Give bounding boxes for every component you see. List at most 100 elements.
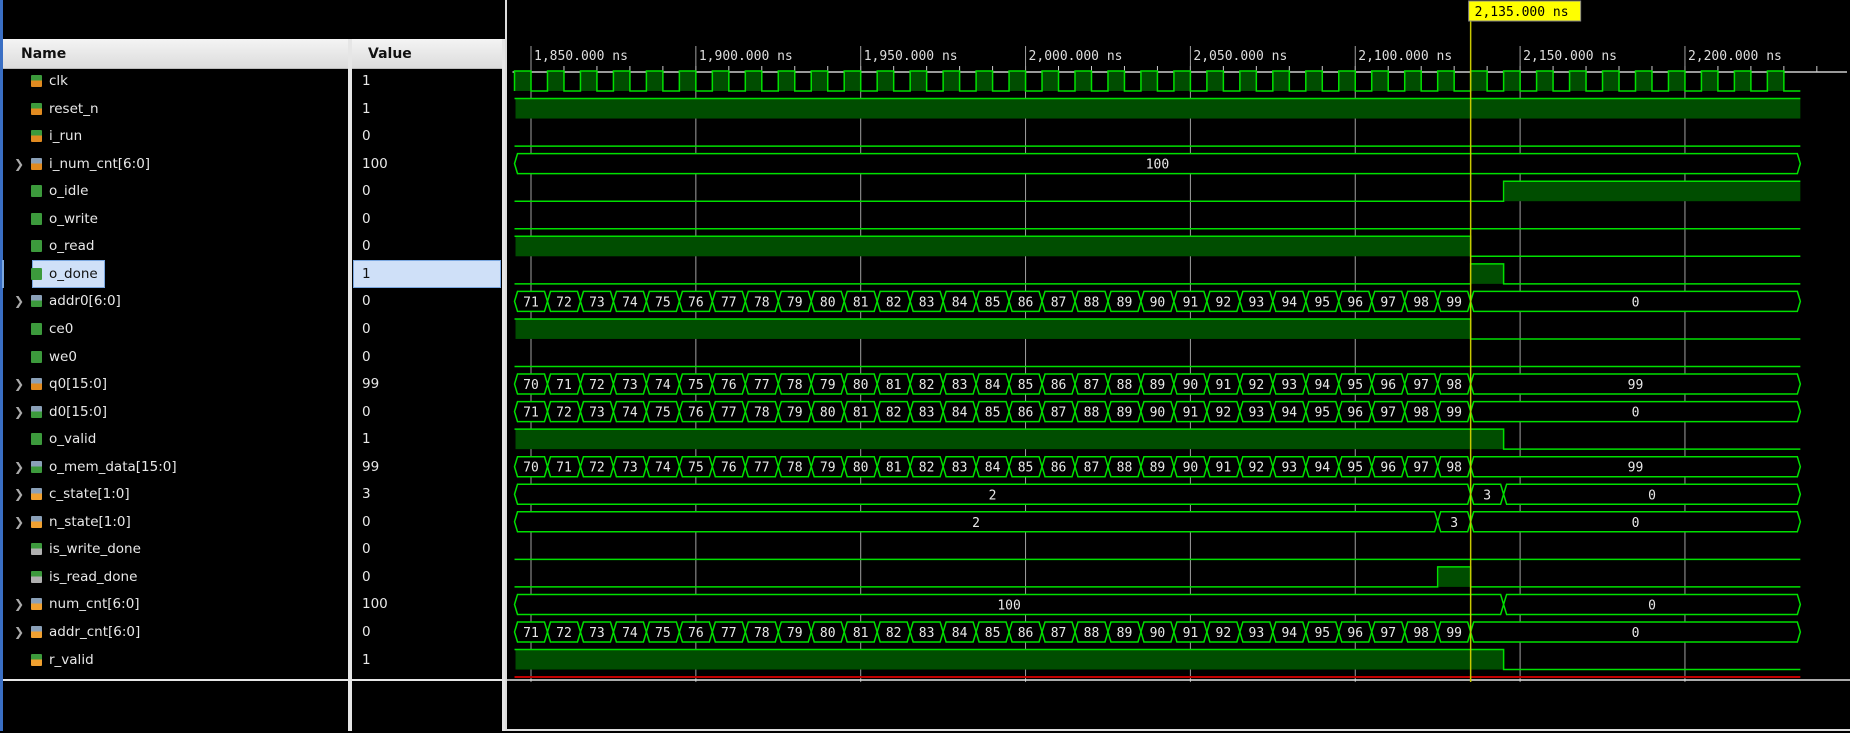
signal-name: i_num_cnt[6:0] — [49, 155, 151, 172]
signal-row[interactable]: ❯ num_cnt[6:0] — [3, 591, 348, 617]
clock-high-fill — [613, 71, 630, 91]
bus-value-label: 82 — [886, 295, 902, 310]
signal-row[interactable]: reset_n — [3, 96, 348, 122]
signal-name: clk — [49, 73, 68, 89]
bus-value-label: 84 — [952, 295, 968, 310]
bus-value-label: 76 — [688, 406, 704, 421]
waveform-pane[interactable]: 1,850.000 ns 1,900.000 ns 1,950.000 ns 2,00… — [505, 0, 1850, 731]
bus-value-label: 91 — [1216, 378, 1232, 393]
bus-value-label: 92 — [1249, 461, 1265, 476]
bus-value-label: 99 — [1628, 461, 1644, 476]
bus-value-label: 74 — [622, 406, 638, 421]
expand-chevron-icon[interactable]: ❯ — [14, 591, 24, 617]
signal-row[interactable]: clk — [3, 68, 348, 94]
signal-value[interactable]: 0 — [354, 536, 500, 562]
signal-value[interactable]: 1 — [354, 426, 500, 452]
signal-row[interactable]: ❯ d0[15:0] — [3, 399, 348, 425]
expand-chevron-icon[interactable]: ❯ — [14, 454, 24, 480]
signal-value-text: 0 — [362, 541, 371, 558]
signal-value[interactable]: 0 — [354, 509, 500, 535]
waveform-canvas[interactable]: 1,850.000 ns 1,900.000 ns 1,950.000 ns 2,00… — [507, 0, 1850, 729]
expand-chevron-icon[interactable]: ❯ — [14, 151, 24, 177]
bus-value-label: 83 — [919, 406, 935, 421]
bus-value-label: 77 — [754, 461, 770, 476]
signal-row[interactable]: ❯ o_mem_data[15:0] — [3, 454, 348, 480]
signal-value[interactable]: 1 — [353, 259, 501, 288]
signal-row[interactable]: i_run — [3, 123, 348, 149]
bus-value-label: 81 — [886, 461, 902, 476]
signal-row[interactable]: is_write_done — [3, 536, 348, 562]
bus-value-label: 93 — [1281, 461, 1297, 476]
bus-value-label: 98 — [1413, 295, 1429, 310]
signal-value[interactable]: 0 — [354, 123, 500, 149]
value-column-header[interactable]: Value — [352, 39, 502, 69]
signal-row[interactable]: o_valid — [3, 426, 348, 452]
signal-name: n_state[1:0] — [49, 513, 131, 530]
signal-value[interactable]: 0 — [354, 178, 500, 204]
expand-chevron-icon[interactable]: ❯ — [14, 481, 24, 507]
signal-value[interactable]: 0 — [354, 619, 500, 645]
bus-value-label: 90 — [1150, 295, 1166, 310]
bus-value-label: 78 — [787, 461, 803, 476]
signal-value[interactable]: 0 — [354, 316, 500, 342]
signal-row[interactable]: ce0 — [3, 316, 348, 342]
signal-row[interactable]: ❯ c_state[1:0] — [3, 481, 348, 507]
signal-value[interactable]: 0 — [354, 399, 500, 425]
bus-value-label: 96 — [1380, 378, 1396, 393]
bus-value-label: 0 — [1632, 406, 1640, 421]
signal-row[interactable]: ❯ q0[15:0] — [3, 371, 348, 397]
signal-row[interactable]: o_write — [3, 206, 348, 232]
signal-row[interactable]: ❯ addr0[6:0] — [3, 288, 348, 314]
expand-chevron-icon[interactable]: ❯ — [14, 509, 24, 535]
bus-value-label: 82 — [919, 378, 935, 393]
bus-value-label: 76 — [721, 461, 737, 476]
bus-value-label: 89 — [1150, 378, 1166, 393]
signal-value[interactable]: 1 — [354, 96, 500, 122]
expand-chevron-icon[interactable]: ❯ — [14, 399, 24, 425]
bus-value-label: 97 — [1380, 406, 1396, 421]
signal-name: we0 — [49, 348, 77, 365]
internal-bit-gray-icon — [31, 570, 42, 583]
signal-row[interactable]: we0 — [3, 344, 348, 370]
clock-high-fill — [1404, 71, 1422, 91]
output-bit-icon — [31, 185, 42, 198]
signal-row[interactable]: o_idle — [3, 178, 348, 204]
signal-value[interactable]: 99 — [354, 371, 500, 397]
bus-value-label: 75 — [655, 406, 671, 421]
signal-value[interactable]: 100 — [354, 151, 500, 177]
bus-value-label: 89 — [1117, 295, 1133, 310]
signal-value[interactable]: 1 — [354, 68, 500, 94]
signal-value[interactable]: 0 — [354, 206, 500, 232]
signal-row[interactable]: o_read — [3, 233, 348, 259]
signal-row[interactable]: ❯ i_num_cnt[6:0] — [3, 151, 348, 177]
signal-value[interactable]: 99 — [354, 454, 500, 480]
input-bit-icon — [31, 75, 42, 87]
column-splitter[interactable] — [348, 39, 352, 731]
signal-row[interactable]: r_valid — [3, 647, 348, 673]
signal-value[interactable]: 0 — [354, 564, 500, 590]
expand-chevron-icon[interactable]: ❯ — [14, 619, 24, 645]
signal-value[interactable]: 0 — [354, 288, 500, 314]
signal-row[interactable]: ❯ n_state[1:0] — [3, 509, 348, 535]
internal-bus-icon — [31, 488, 42, 501]
clock-high-fill — [1206, 71, 1224, 91]
signal-value[interactable]: 3 — [354, 481, 500, 507]
bus-value-label: 70 — [523, 461, 539, 476]
signal-row[interactable]: ❯ addr_cnt[6:0] — [3, 619, 348, 645]
signal-value[interactable]: 100 — [354, 591, 500, 617]
clock-high-fill — [1536, 71, 1554, 91]
signal-value[interactable]: 1 — [354, 647, 500, 673]
bit-high-fill — [515, 236, 1471, 257]
signal-value[interactable]: 0 — [354, 344, 500, 370]
name-column-header[interactable]: Name — [3, 39, 348, 69]
bus-value-label: 3 — [1483, 488, 1491, 503]
signal-value-text: 1 — [362, 100, 371, 117]
signal-row[interactable]: is_read_done — [3, 564, 348, 590]
signal-value[interactable]: 0 — [354, 233, 500, 259]
bus-value-label: 78 — [754, 406, 770, 421]
bus-value-label: 100 — [997, 598, 1020, 613]
bus-value-label: 97 — [1380, 295, 1396, 310]
expand-chevron-icon[interactable]: ❯ — [14, 371, 24, 397]
expand-chevron-icon[interactable]: ❯ — [14, 288, 24, 314]
bus-value-label: 97 — [1413, 378, 1429, 393]
